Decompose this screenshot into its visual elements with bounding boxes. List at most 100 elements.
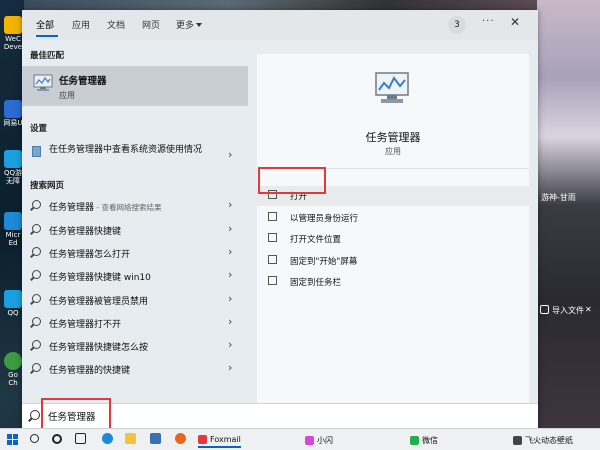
action-run-as-admin[interactable]: 以管理员身份运行 (257, 208, 529, 228)
web-result-label: 任务管理器打不开 (49, 320, 122, 330)
details-subtitle: 应用 (385, 147, 401, 156)
section-best-match: 最佳匹配 (30, 51, 65, 61)
tab-all[interactable]: 全部 (36, 18, 54, 31)
section-web-search: 搜索网页 (30, 181, 65, 191)
tab-more-label: 更多 (176, 21, 195, 31)
search-icon (32, 317, 41, 326)
result-count-badge[interactable]: 3 (448, 16, 466, 34)
tab-apps[interactable]: 应用 (72, 18, 90, 31)
tab-more[interactable]: 更多 (176, 18, 203, 31)
task-view-icon[interactable] (75, 433, 86, 447)
taskbar-app-foxmail[interactable]: Foxmail (198, 432, 241, 448)
web-result-item[interactable]: 任务管理器的快捷键 › (22, 358, 248, 380)
chevron-right-icon[interactable]: › (228, 315, 232, 328)
best-match-subtitle: 应用 (59, 91, 75, 100)
firefox-icon[interactable] (175, 433, 186, 447)
taskbar-app-wallpaper[interactable]: 飞火动态壁纸 (513, 432, 573, 448)
desktop-icon-edge[interactable]: Micr Ed (2, 212, 24, 247)
xiaoshan-icon (305, 435, 314, 445)
web-result-item[interactable]: 任务管理器怎么打开 › (22, 242, 248, 264)
chevron-right-icon[interactable]: › (228, 268, 232, 281)
desktop-icon-qq-game[interactable]: QQ游 无障 (2, 150, 24, 185)
taskbar: Foxmail 小闪 微信 飞火动态壁纸 (0, 428, 600, 450)
search-icon (32, 224, 41, 233)
action-pin-to-start-label: 固定到"开始"屏幕 (290, 257, 358, 267)
wallpaper-close-icon[interactable]: ✕ (585, 305, 592, 314)
web-result-label: 任务管理器被管理员禁用 (49, 297, 149, 307)
web-result-item[interactable]: 任务管理器快捷键 › (22, 219, 248, 241)
tab-active-indicator (36, 35, 58, 37)
edge-icon[interactable] (102, 433, 113, 447)
desktop-icon-netease[interactable]: 网易U (2, 100, 24, 127)
desktop-icon-we[interactable]: WeC Deve (2, 16, 24, 51)
admin-shield-icon (268, 212, 277, 221)
web-result-item[interactable]: 任务管理器快捷键怎么按 › (22, 335, 248, 357)
best-match-title: 任务管理器 (59, 76, 107, 87)
cortana-icon[interactable] (52, 433, 62, 447)
desktop-top-strip (24, 0, 537, 10)
chevron-right-icon[interactable]: › (228, 292, 232, 305)
close-icon[interactable]: ✕ (510, 15, 520, 29)
web-result-item[interactable]: 任务管理器被管理员禁用 › (22, 289, 248, 311)
task-manager-icon (33, 74, 53, 91)
pin-icon (268, 255, 277, 264)
results-list: 最佳匹配 任务管理器 应用 设置 在任务管理器中查看系统资源使用情况 › 搜索网… (22, 46, 249, 404)
tab-web[interactable]: 网页 (142, 18, 160, 31)
foxmail-icon (198, 434, 207, 444)
web-result-label: 任务管理器怎么打开 (49, 250, 131, 260)
best-match-item[interactable]: 任务管理器 应用 (22, 66, 248, 106)
windows-start-icon[interactable] (7, 434, 18, 445)
pin-icon (268, 276, 277, 285)
wallpaper-app-icon (513, 435, 522, 445)
chevron-right-icon[interactable]: › (228, 148, 232, 161)
details-pane: 任务管理器 应用 打开 以管理员身份运行 打开文件位置 固定到"开始"屏幕 固定… (257, 54, 529, 404)
chevron-right-icon[interactable]: › (228, 361, 232, 374)
taskbar-app-wechat[interactable]: 微信 (410, 432, 438, 448)
action-open-file-location[interactable]: 打开文件位置 (257, 229, 529, 249)
taskbar-app-xiaoshan[interactable]: 小闪 (305, 432, 333, 448)
chevron-right-icon[interactable]: › (228, 222, 232, 235)
chevron-right-icon[interactable]: › (228, 198, 232, 211)
taskbar-search-icon[interactable] (30, 433, 39, 447)
search-panel: 全部 应用 文档 网页 更多 3 ··· ✕ 最佳匹配 任务管理器 应用 设置 … (22, 10, 538, 428)
web-result-label: 任务管理器 - 查看网络搜索结果 (49, 203, 162, 213)
store-icon[interactable] (150, 433, 161, 447)
chevron-down-icon (196, 23, 203, 27)
action-open-file-location-label: 打开文件位置 (290, 235, 342, 245)
search-icon (32, 340, 41, 349)
action-run-as-admin-label: 以管理员身份运行 (290, 214, 359, 224)
task-manager-large-icon (375, 72, 409, 103)
action-pin-to-taskbar-label: 固定到任务栏 (290, 278, 342, 288)
web-result-item[interactable]: 任务管理器打不开 › (22, 312, 248, 334)
search-tabs: 全部 应用 文档 网页 更多 3 ··· ✕ (22, 10, 538, 40)
desktop-wallpaper-panel (537, 0, 600, 428)
web-result-item[interactable]: 任务管理器快捷键 win10 › (22, 265, 248, 287)
search-icon (32, 294, 41, 303)
details-title: 任务管理器 (365, 131, 421, 144)
web-result-item[interactable]: 任务管理器 - 查看网络搜索结果 › (22, 195, 248, 217)
more-options-icon[interactable]: ··· (482, 16, 495, 27)
web-result-label: 任务管理器快捷键 (49, 227, 122, 237)
web-result-label: 任务管理器的快捷键 (49, 366, 131, 376)
section-settings: 设置 (30, 124, 48, 134)
action-pin-to-taskbar[interactable]: 固定到任务栏 (257, 272, 529, 292)
web-result-label: 任务管理器快捷键 win10 (49, 273, 151, 283)
chevron-right-icon[interactable]: › (228, 245, 232, 258)
search-icon (32, 270, 41, 279)
desktop-icon-chrome[interactable]: Go Ch (2, 352, 24, 387)
search-icon (30, 410, 40, 420)
search-icon (32, 363, 41, 372)
tab-documents[interactable]: 文档 (107, 18, 125, 31)
search-highlight-box (41, 398, 111, 430)
search-icon (32, 200, 41, 209)
action-pin-to-start[interactable]: 固定到"开始"屏幕 (257, 251, 529, 271)
chevron-right-icon[interactable]: › (228, 338, 232, 351)
settings-result-label: 在任务管理器中查看系统资源使用情况 (49, 145, 203, 155)
settings-result-item[interactable]: 在任务管理器中查看系统资源使用情况 › (22, 142, 248, 172)
import-file-button[interactable]: 导入文件 (552, 305, 584, 316)
folder-icon (268, 233, 277, 242)
file-explorer-icon[interactable] (125, 433, 136, 447)
wechat-icon (410, 435, 419, 445)
search-icon (32, 247, 41, 256)
desktop-icon-qq[interactable]: QQ (2, 290, 24, 317)
